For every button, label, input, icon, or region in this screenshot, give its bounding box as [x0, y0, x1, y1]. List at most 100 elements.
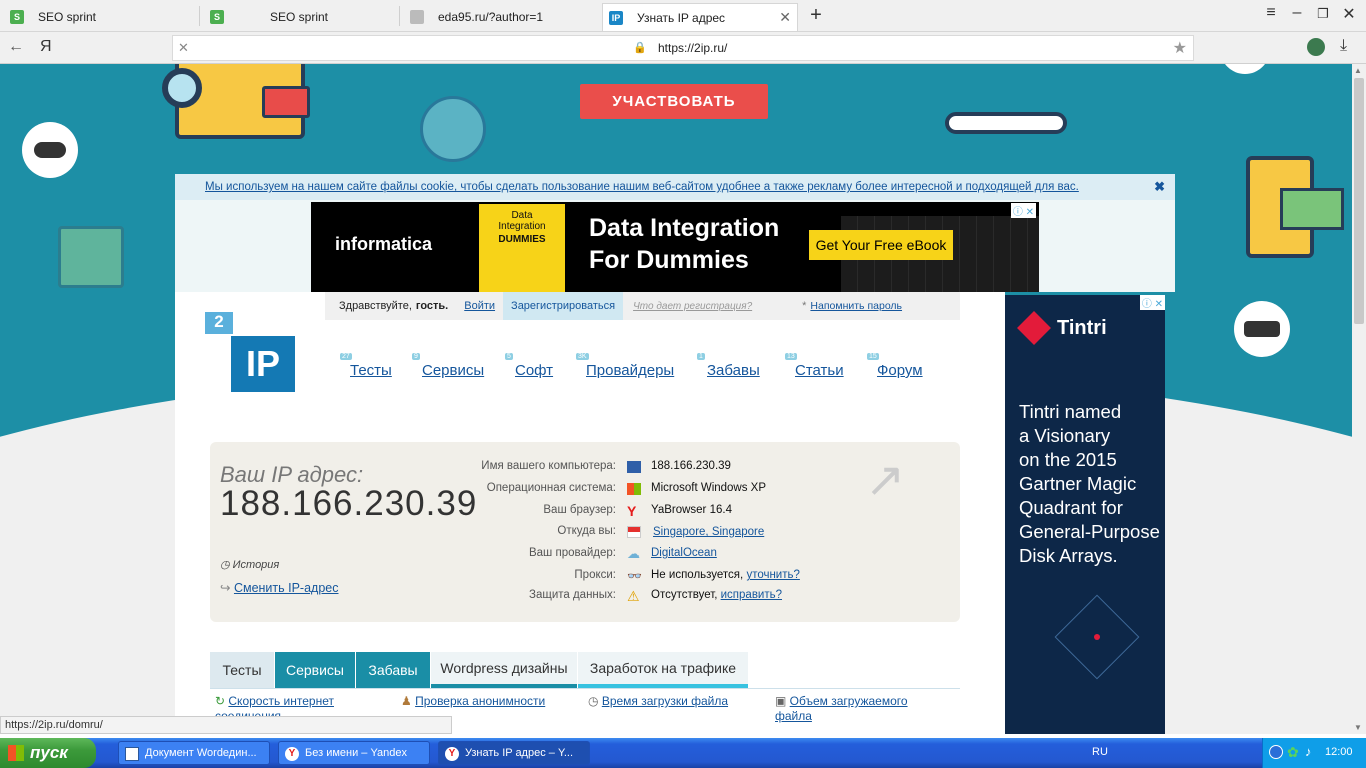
scrollbar[interactable]: ▲ ▼ — [1352, 64, 1366, 734]
decor-circle — [1220, 64, 1270, 74]
close-tab-icon[interactable]: ✕ — [779, 9, 791, 26]
tray-icon[interactable] — [1269, 745, 1283, 759]
what-registration-link[interactable]: Что дает регистрация? — [633, 301, 752, 312]
nav-count: 13 — [785, 353, 797, 360]
network-icon[interactable]: ✿ — [1287, 744, 1299, 761]
nav-fun[interactable]: 1 Забавы — [697, 353, 760, 379]
nav-tests[interactable]: 27 Тесты — [340, 353, 392, 379]
page-icon — [410, 10, 424, 24]
location-link[interactable]: Singapore, Singapore — [653, 526, 764, 538]
service-item[interactable]: ▣ Объем загружаемого файла — [775, 694, 935, 724]
download-icon[interactable]: ⤓ — [1340, 37, 1347, 55]
login-link[interactable]: Войти — [464, 300, 495, 312]
site-logo[interactable]: IP — [231, 336, 295, 392]
nav-forum[interactable]: 15 Форум — [867, 353, 923, 379]
change-icon: ↪ — [220, 581, 234, 595]
address-bar: ← Я ✕ 🔒 https://2ip.ru/ ★ ⤓ — [0, 32, 1366, 64]
ad-info-icon[interactable]: ⓘ ✕ — [1010, 203, 1036, 218]
change-ip-link[interactable]: ↪ Сменить IP-адрес — [220, 580, 339, 595]
ad-book-cover: Data Integration DUMMIES — [479, 204, 565, 292]
minimize-icon[interactable]: – — [1286, 4, 1308, 22]
tab-services[interactable]: Сервисы — [275, 652, 355, 688]
cookie-notice-text[interactable]: Мы используем на нашем сайте файлы cooki… — [205, 181, 1079, 193]
guest-text: гость. — [415, 300, 449, 312]
informatica-ad[interactable]: informatica Data Integration DUMMIES Dat… — [311, 202, 1039, 292]
phone-illustration — [1246, 156, 1344, 258]
url-field[interactable]: ✕ 🔒 https://2ip.ru/ ★ — [172, 35, 1194, 61]
row-label: Операционная система: — [486, 482, 616, 494]
scroll-thumb[interactable] — [1354, 78, 1364, 324]
close-cookie-icon[interactable]: ✖ — [1154, 179, 1165, 195]
ad-cta-button-face[interactable]: Get Your Free eBook — [809, 230, 953, 260]
taskbar: пуск Документ Wordедин... Y Без имени – Y… — [0, 738, 1366, 768]
volume-icon[interactable]: ♪ — [1305, 744, 1312, 759]
ad-book-line: Integration — [498, 221, 546, 232]
register-button[interactable]: Зарегистрироваться — [503, 292, 624, 320]
new-tab-icon[interactable]: + — [805, 4, 827, 27]
browser-value: YaBrowser 16.4 — [651, 504, 732, 516]
clock-icon: ◷ — [220, 559, 233, 571]
nav-count: 9 — [412, 353, 420, 360]
history-label: История — [232, 559, 280, 571]
language-indicator[interactable]: RU — [1092, 746, 1108, 758]
service-item[interactable]: ◷ Время загрузки файла — [588, 694, 768, 708]
browser-tab-bar: S SEO sprint S SEO sprint eda95.ru/?auth… — [0, 0, 1366, 32]
history-link[interactable]: ◷ История — [220, 558, 279, 571]
taskbar-item-yandex[interactable]: Y Без имени – Yandex — [278, 741, 430, 765]
browser-tab[interactable]: S SEO sprint — [210, 3, 395, 31]
main-content: Здравствуйте, гость. Войти Зарегистриров… — [175, 292, 1005, 734]
nav-count: 15 — [867, 353, 879, 360]
video-icon — [262, 86, 310, 118]
url-text: https://2ip.ru/ — [658, 41, 728, 55]
proxy-clarify-link[interactable]: уточнить? — [746, 569, 799, 581]
close-window-icon[interactable]: ✕ — [1338, 4, 1360, 24]
tintri-logo-icon — [1017, 311, 1051, 345]
arrow-decor-icon: ↗ — [865, 454, 906, 507]
nav-count: 1 — [697, 353, 705, 360]
provider-link[interactable]: DigitalOcean — [651, 547, 717, 559]
tab-tests[interactable]: Тесты — [210, 652, 274, 688]
protection-fix-link[interactable]: исправить? — [721, 589, 782, 601]
task-label: Без имени – Yandex — [305, 747, 407, 759]
nav-services[interactable]: 9 Сервисы — [412, 353, 484, 379]
ad-line: Gartner Magic — [1019, 473, 1137, 494]
taskbar-item-word[interactable]: Документ Wordедин... — [118, 741, 270, 765]
lock-icon: 🔒 — [633, 42, 647, 54]
clear-url-icon[interactable]: ✕ — [178, 40, 189, 56]
service-item[interactable]: ♟ Проверка анонимности — [401, 694, 581, 708]
computer-icon — [627, 461, 641, 473]
participate-button[interactable]: УЧАСТВОВАТЬ — [580, 84, 768, 119]
cloud-icon: ☁ — [627, 546, 640, 561]
protection-value: Отсутствует, — [651, 589, 718, 601]
2ip-icon: IP — [609, 10, 623, 25]
nav-providers[interactable]: 3K Провайдеры — [576, 353, 675, 379]
back-icon[interactable]: ← — [8, 38, 24, 56]
scroll-down-icon[interactable]: ▼ — [1354, 723, 1362, 732]
ad-info-icon[interactable]: ⓘ ✕ — [1139, 295, 1165, 310]
browser-tab-active[interactable]: IP Узнать IP адрес ✕ — [602, 3, 798, 31]
bookmark-star-icon[interactable]: ★ — [1173, 38, 1187, 58]
logo-number: 2 — [205, 312, 233, 334]
top-ad-banner[interactable]: informatica Data Integration DUMMIES Dat… — [175, 200, 1175, 292]
right-ad-banner[interactable]: ⓘ ✕ Tintri Tintri named a Visionary on t… — [1005, 295, 1165, 734]
restore-icon[interactable]: ❐ — [1312, 6, 1334, 22]
menu-icon[interactable]: ≡ — [1260, 4, 1282, 22]
tab-traffic[interactable]: Заработок на трафике — [578, 652, 748, 688]
mail-illustration — [58, 226, 124, 288]
nav-software[interactable]: 5 Софт — [505, 353, 553, 379]
yandex-icon[interactable]: Я — [40, 38, 52, 56]
status-url: https://2ip.ru/domru/ — [0, 716, 452, 734]
globe-icon[interactable] — [1307, 38, 1325, 56]
nav-label: Провайдеры — [586, 362, 675, 379]
browser-tab[interactable]: eda95.ru/?author=1 — [410, 3, 595, 31]
taskbar-item-2ip[interactable]: Y Узнать IP адрес – Y... — [438, 741, 590, 765]
start-button[interactable]: пуск — [0, 738, 96, 768]
browser-tab[interactable]: S SEO sprint — [10, 3, 195, 31]
system-tray: ✿ ♪ 12:00 — [1262, 738, 1366, 768]
remind-password-link[interactable]: Напомнить пароль — [810, 300, 902, 312]
tab-wordpress[interactable]: Wordpress дизайны — [431, 652, 577, 688]
clock: 12:00 — [1325, 746, 1353, 758]
tab-fun[interactable]: Забавы — [356, 652, 430, 688]
nav-articles[interactable]: 13 Статьи — [785, 353, 844, 379]
scroll-up-icon[interactable]: ▲ — [1354, 66, 1362, 75]
